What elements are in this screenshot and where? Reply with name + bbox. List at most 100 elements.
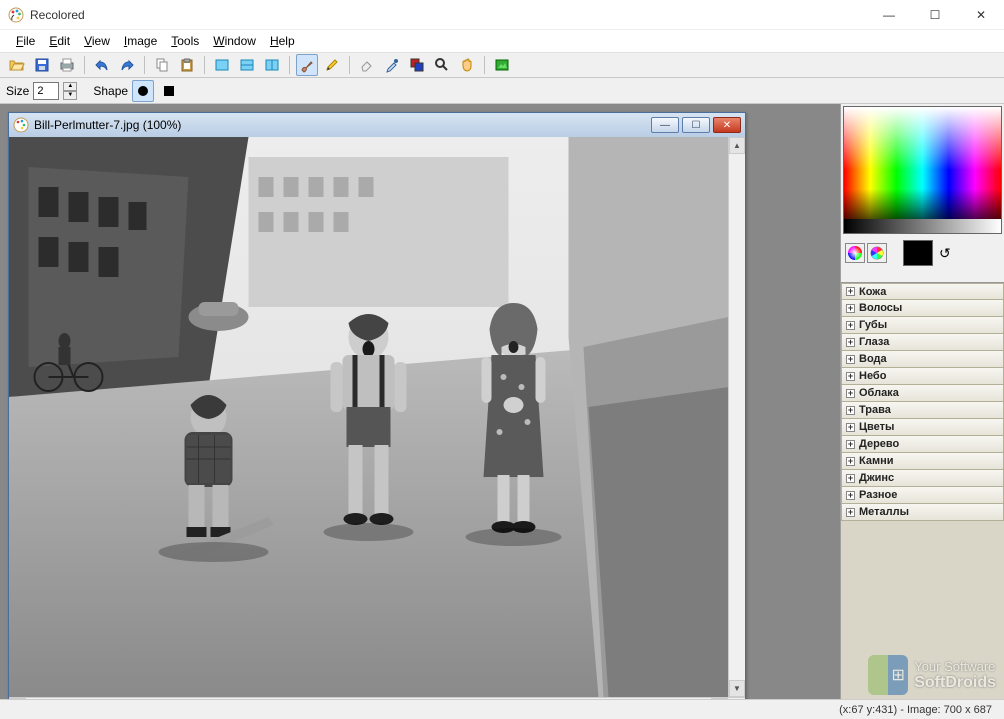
document-titlebar[interactable]: Bill-Perlmutter-7.jpg (100%) — ☐ ✕ [9,113,745,137]
menu-image[interactable]: Image [118,32,163,50]
palette-item[interactable]: + Кожа [841,283,1004,300]
expand-icon[interactable]: + [846,406,855,415]
shape-label: Shape [93,84,128,98]
palette-item-label: Губы [859,319,887,331]
menu-view[interactable]: View [78,32,116,50]
onepane-button[interactable] [211,54,233,76]
expand-icon[interactable]: + [846,423,855,432]
menu-tools[interactable]: Tools [165,32,205,50]
palette-item-label: Вода [859,353,887,365]
palette-item-label: Облака [859,387,899,399]
palette-item-label: Цветы [859,421,894,433]
palette-item[interactable]: + Дерево [841,436,1004,453]
shape-circle-button[interactable] [132,80,154,102]
palette-item-label: Разное [859,489,897,501]
expand-icon[interactable]: + [846,389,855,398]
palette-item[interactable]: + Губы [841,317,1004,334]
document-close-button[interactable]: ✕ [713,117,741,133]
undo-button[interactable] [91,54,113,76]
brush-options-toolbar: Size ▲▼ Shape [0,78,1004,104]
palette-item[interactable]: + Вода [841,351,1004,368]
shape-square-button[interactable] [158,80,180,102]
copy-button[interactable] [151,54,173,76]
document-minimize-button[interactable]: — [651,117,679,133]
expand-icon[interactable]: + [846,372,855,381]
document-title: Bill-Perlmutter-7.jpg (100%) [34,118,648,132]
foreground-swatch-button[interactable] [406,54,428,76]
size-label: Size [6,84,29,98]
document-maximize-button[interactable]: ☐ [682,117,710,133]
palette-item[interactable]: +Металлы [841,504,1004,521]
palette-item-label: Дерево [859,438,899,450]
brush-size-input[interactable] [33,82,59,100]
expand-icon[interactable]: + [846,474,855,483]
palette-item[interactable]: + Облака [841,385,1004,402]
palette-item-label: Глаза [859,336,889,348]
window-close-button[interactable]: ✕ [958,0,1004,30]
print-button[interactable] [56,54,78,76]
scroll-up-icon[interactable]: ▲ [729,137,745,154]
menu-file[interactable]: File [10,32,41,50]
menu-window[interactable]: Window [207,32,262,50]
scroll-down-icon[interactable]: ▼ [729,680,745,697]
window-titlebar: Recolored — ☐ ✕ [0,0,1004,30]
color-wheel-button[interactable] [867,243,887,263]
watermark: ⊞ Your Software SoftDroids [868,655,996,695]
palette-item[interactable]: + Разное [841,487,1004,504]
palette-item[interactable]: + Камни [841,453,1004,470]
window-title: Recolored [30,8,866,22]
palette-item-label: Волосы [859,302,902,314]
image-viewport[interactable] [9,137,728,697]
brush-tool-button[interactable] [296,54,318,76]
color-swatch-row: ↺ [841,236,1004,270]
split-v-button[interactable] [261,54,283,76]
palette-item[interactable]: + Глаза [841,334,1004,351]
current-color-swatch[interactable] [903,240,933,266]
expand-icon[interactable]: + [846,457,855,466]
zoom-tool-button[interactable] [431,54,453,76]
palette-item[interactable]: + Трава [841,402,1004,419]
expand-icon[interactable]: + [846,287,855,296]
expand-icon[interactable]: + [846,440,855,449]
colorize-button[interactable] [491,54,513,76]
watermark-line1: Your Software [914,659,996,674]
save-button[interactable] [31,54,53,76]
menu-help[interactable]: Help [264,32,301,50]
open-button[interactable] [6,54,28,76]
menu-edit[interactable]: Edit [43,32,76,50]
color-spectrum-picker[interactable] [843,106,1002,234]
window-minimize-button[interactable]: — [866,0,912,30]
palette-item[interactable]: +Джинс [841,470,1004,487]
expand-icon[interactable]: + [846,304,855,313]
split-h-button[interactable] [236,54,258,76]
palette-item[interactable]: + Небо [841,368,1004,385]
window-maximize-button[interactable]: ☐ [912,0,958,30]
swap-colors-icon[interactable]: ↺ [935,245,951,262]
expand-icon[interactable]: + [846,321,855,330]
redo-button[interactable] [116,54,138,76]
hue-wheel-button[interactable] [845,243,865,263]
eraser-tool-button[interactable] [356,54,378,76]
expand-icon[interactable]: + [846,355,855,364]
eyedropper-tool-button[interactable] [381,54,403,76]
palette-item-label: Небо [859,370,886,382]
palette-item[interactable]: + Цветы [841,419,1004,436]
square-icon [164,86,174,96]
canvas-area: Bill-Perlmutter-7.jpg (100%) — ☐ ✕ [0,104,840,699]
palette-item-label: Кожа [859,286,886,298]
palette-item-label: Трава [859,404,891,416]
brush-size-spinner[interactable]: ▲▼ [63,82,77,100]
hand-tool-button[interactable] [456,54,478,76]
expand-icon[interactable]: + [846,508,855,517]
document-window: Bill-Perlmutter-7.jpg (100%) — ☐ ✕ [8,112,746,715]
status-text: (x:67 y:431) - Image: 700 x 687 [839,704,992,716]
palette-item[interactable]: + Волосы [841,300,1004,317]
palette-item-label: Камни [859,455,894,467]
pencil-tool-button[interactable] [321,54,343,76]
expand-icon[interactable]: + [846,491,855,500]
vertical-scrollbar[interactable]: ▲ ▼ [728,137,745,697]
main-toolbar [0,52,1004,78]
expand-icon[interactable]: + [846,338,855,347]
paste-button[interactable] [176,54,198,76]
workspace: Bill-Perlmutter-7.jpg (100%) — ☐ ✕ [0,104,1004,699]
